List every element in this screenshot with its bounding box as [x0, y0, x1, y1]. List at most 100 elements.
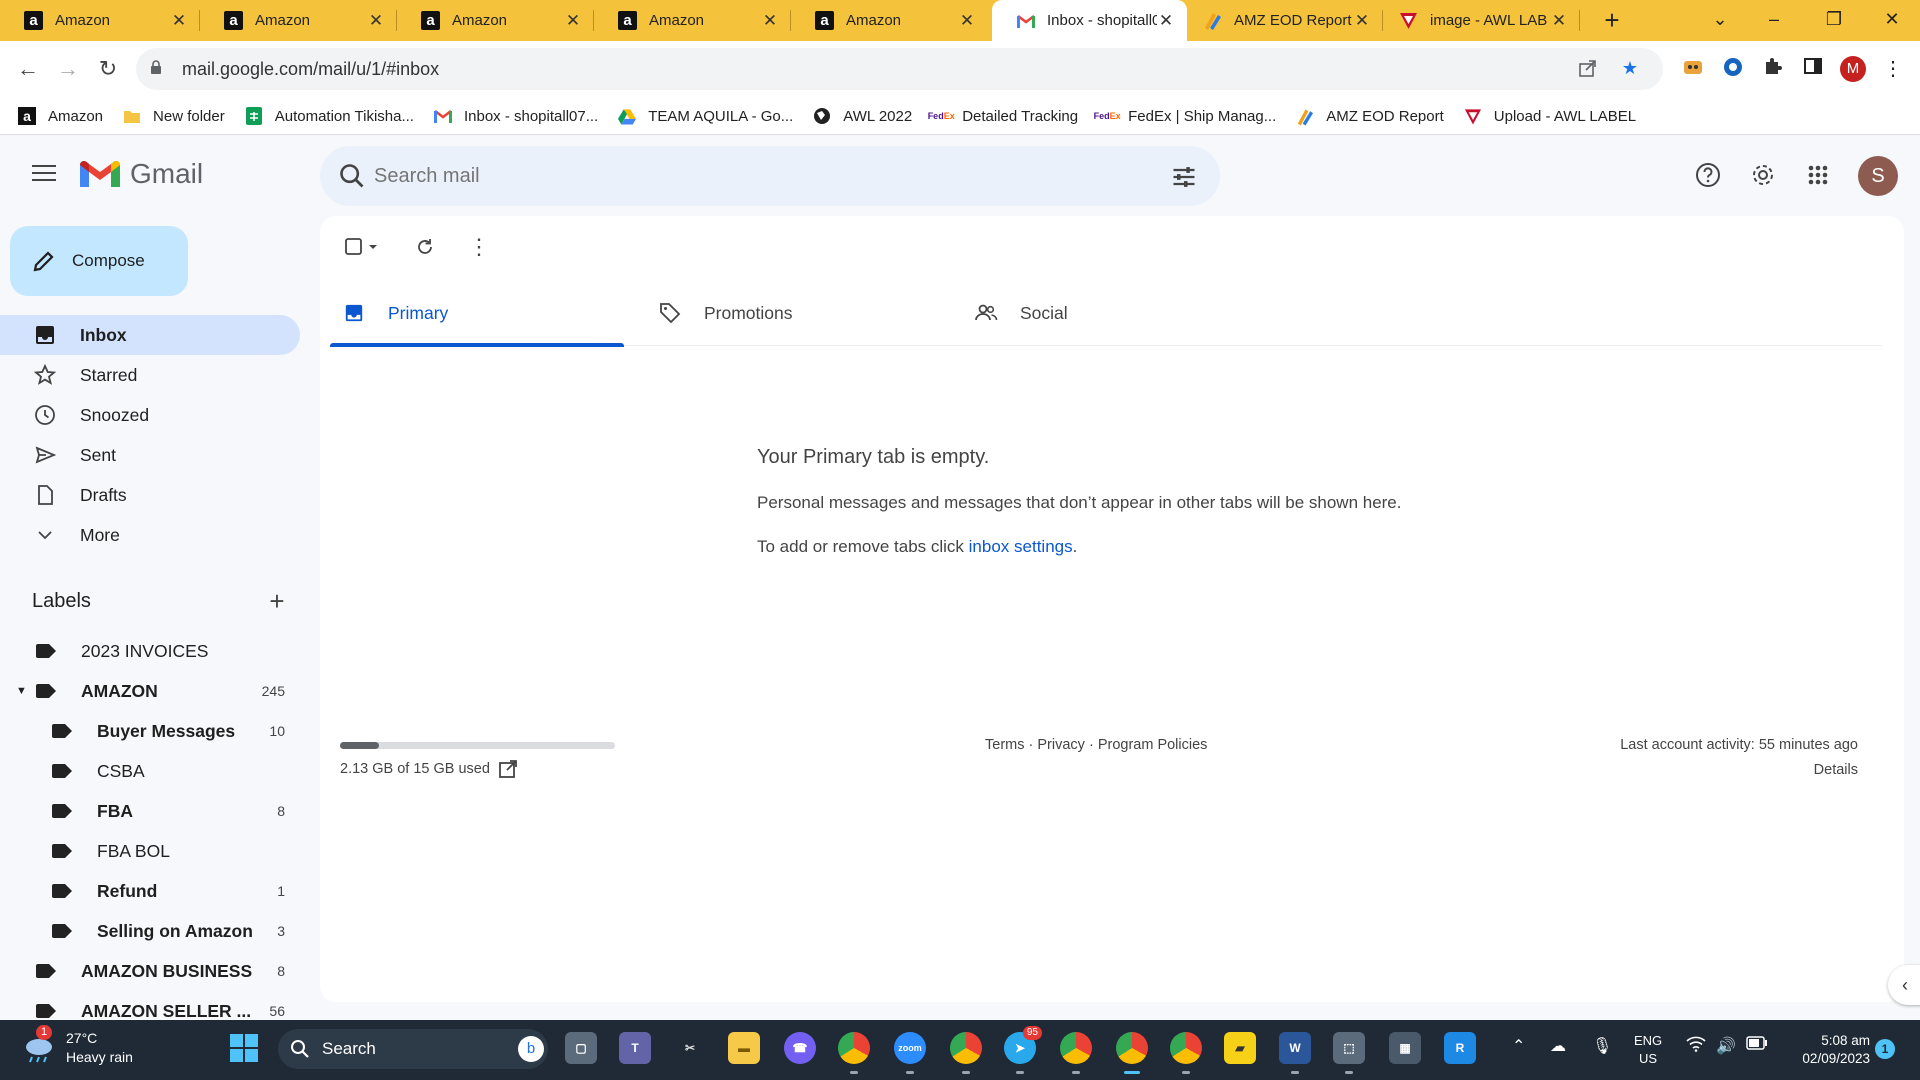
viber-icon[interactable]: ☎ — [784, 1032, 816, 1064]
close-window-button[interactable]: ✕ — [1864, 0, 1920, 41]
label-item[interactable]: Buyer Messages 10 — [0, 711, 300, 751]
sidebar-item-sent[interactable]: Sent — [0, 435, 300, 475]
bookmark-item[interactable]: AMZ EOD Report — [1296, 107, 1444, 125]
close-icon[interactable]: ✕ — [1157, 11, 1175, 31]
wifi-icon[interactable] — [1686, 1036, 1706, 1057]
activity-details-link[interactable]: Details — [1620, 762, 1858, 778]
browser-profile-avatar[interactable]: M — [1840, 56, 1866, 82]
browser-tab[interactable]: a Amazon ✕ — [200, 0, 397, 41]
address-bar[interactable]: mail.google.com/mail/u/1/#inbox ★ — [136, 48, 1663, 90]
new-tab-button[interactable]: + — [1598, 4, 1626, 36]
search-icon[interactable] — [338, 162, 366, 190]
task-view-icon[interactable]: ▢ — [565, 1032, 597, 1064]
more-options-icon[interactable]: ⋮ — [464, 232, 494, 262]
tab-social[interactable]: Social — [962, 280, 1256, 346]
onedrive-icon[interactable]: ☁ — [1550, 1036, 1566, 1056]
search-bar[interactable] — [320, 146, 1220, 206]
language-indicator[interactable]: ENG US — [1634, 1032, 1662, 1068]
weather-widget[interactable]: 1 27°C Heavy rain — [22, 1025, 133, 1067]
gmail-logo[interactable]: Gmail — [80, 158, 203, 190]
browser-tab-active[interactable]: Inbox - shopitall0 ✕ — [992, 0, 1187, 41]
chrome-profile-icon[interactable] — [1060, 1032, 1092, 1074]
r-app-icon[interactable]: R — [1444, 1032, 1476, 1064]
label-item[interactable]: FBA BOL — [0, 831, 300, 871]
side-panel-icon[interactable] — [1800, 56, 1826, 82]
bing-icon[interactable]: b — [518, 1036, 544, 1062]
close-icon[interactable]: ✕ — [958, 11, 976, 31]
system-clock[interactable]: 5:08 am 02/09/2023 — [1780, 1032, 1870, 1068]
close-icon[interactable]: ✕ — [564, 11, 582, 31]
refresh-icon[interactable] — [410, 232, 440, 262]
search-input[interactable] — [374, 158, 1134, 194]
bookmark-item[interactable]: Fed Ex FedEx | Ship Manag... — [1094, 107, 1277, 125]
zoom-icon[interactable]: zoom — [894, 1032, 926, 1074]
close-icon[interactable]: ✕ — [1550, 11, 1568, 31]
telegram-icon[interactable]: ➤ 95 — [1004, 1026, 1042, 1074]
label-item[interactable]: ▼ AMAZON 245 — [0, 671, 300, 711]
forward-button[interactable]: → — [50, 51, 86, 87]
program-policies-link[interactable]: Program Policies — [1098, 737, 1208, 753]
bookmark-item[interactable]: Upload - AWL LABEL — [1464, 107, 1636, 125]
browser-tab[interactable]: AMZ EOD Report ✕ — [1187, 0, 1383, 41]
search-options-icon[interactable] — [1170, 163, 1198, 191]
tray-overflow-icon[interactable]: ⌃ — [1512, 1036, 1525, 1056]
settings-gear-icon[interactable] — [1746, 158, 1780, 192]
more-vert-icon[interactable]: ⋮ — [1880, 56, 1906, 82]
label-item[interactable]: FBA 8 — [0, 791, 300, 831]
share-icon[interactable] — [1576, 58, 1600, 80]
file-explorer-icon[interactable]: ▬ — [728, 1032, 760, 1064]
browser-tab[interactable]: a Amazon ✕ — [397, 0, 594, 41]
minimize-button[interactable]: – — [1746, 0, 1802, 41]
bookmark-folder[interactable]: New folder — [123, 107, 225, 125]
close-icon[interactable]: ✕ — [170, 11, 188, 31]
terms-link[interactable]: Terms — [985, 737, 1024, 753]
battery-icon[interactable] — [1746, 1036, 1768, 1055]
tab-primary[interactable]: Primary — [330, 280, 624, 347]
apps-grid-icon[interactable] — [1801, 158, 1835, 192]
sidebar-item-starred[interactable]: Starred — [0, 355, 300, 395]
add-label-button[interactable]: + — [264, 588, 290, 614]
browser-tab[interactable]: a Amazon ✕ — [594, 0, 791, 41]
bookmark-item[interactable]: a Amazon — [18, 107, 103, 125]
chrome-profile-icon[interactable] — [950, 1032, 982, 1074]
inbox-settings-link[interactable]: inbox settings — [969, 537, 1073, 556]
browser-tab[interactable]: image - AWL LAB ✕ — [1383, 0, 1580, 41]
volume-icon[interactable]: 🔊 — [1716, 1036, 1736, 1056]
tab-promotions[interactable]: Promotions — [646, 280, 940, 346]
close-icon[interactable]: ✕ — [367, 11, 385, 31]
microphone-icon[interactable]: 🎙 — [1592, 1036, 1612, 1056]
restore-button[interactable]: ❐ — [1806, 0, 1862, 41]
snipping-tool-icon[interactable]: ✂ — [674, 1032, 706, 1064]
chrome-icon[interactable] — [838, 1032, 870, 1074]
start-button[interactable] — [230, 1034, 258, 1062]
privacy-link[interactable]: Privacy — [1037, 737, 1085, 753]
label-item[interactable]: Refund 1 — [0, 871, 300, 911]
back-button[interactable]: ← — [10, 51, 46, 87]
bookmark-item[interactable]: AWL 2022 — [813, 107, 912, 125]
close-icon[interactable]: ✕ — [761, 11, 779, 31]
select-checkbox[interactable] — [340, 232, 386, 262]
label-item[interactable]: 2023 INVOICES — [0, 631, 300, 671]
sidebar-item-inbox[interactable]: Inbox — [0, 315, 300, 355]
extension-honey-icon[interactable] — [1680, 56, 1706, 82]
account-avatar[interactable]: S — [1858, 156, 1898, 196]
compose-button[interactable]: Compose — [10, 226, 188, 296]
notification-badge[interactable]: 1 — [1875, 1039, 1895, 1059]
side-panel-toggle[interactable]: ‹ — [1888, 965, 1920, 1005]
open-external-icon[interactable] — [498, 759, 518, 779]
sticky-notes-icon[interactable]: ▰ — [1224, 1032, 1256, 1064]
bookmark-item[interactable]: Fed Ex Detailed Tracking — [928, 107, 1078, 125]
close-icon[interactable]: ✕ — [1353, 11, 1371, 31]
tab-search-icon[interactable]: ⌄ — [1692, 0, 1748, 41]
browser-tab[interactable]: a Amazon ✕ — [791, 0, 988, 41]
chrome-active-icon[interactable] — [1116, 1032, 1148, 1074]
extension-icon[interactable] — [1720, 56, 1746, 82]
chrome-profile-icon[interactable] — [1170, 1032, 1202, 1074]
label-item[interactable]: CSBA — [0, 751, 300, 791]
sidebar-item-drafts[interactable]: Drafts — [0, 475, 300, 515]
taskbar-search[interactable]: Search b — [278, 1029, 548, 1069]
reload-button[interactable]: ↻ — [90, 51, 126, 87]
puzzle-icon[interactable] — [1760, 56, 1786, 82]
bookmark-star-icon[interactable]: ★ — [1618, 58, 1642, 80]
sidebar-item-more[interactable]: More — [0, 515, 300, 555]
